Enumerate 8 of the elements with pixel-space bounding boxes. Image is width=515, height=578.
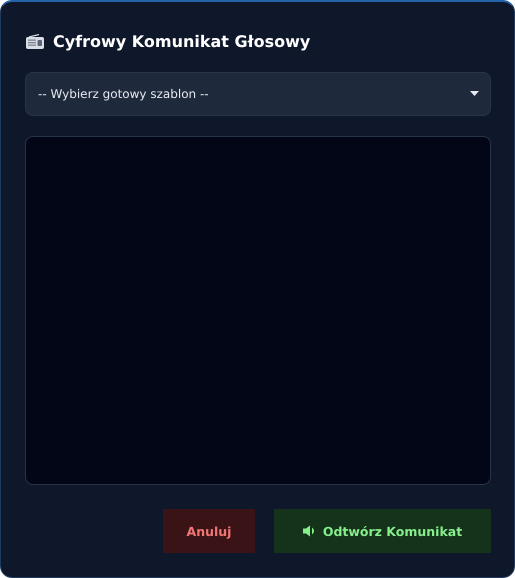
play-button[interactable]: Odtwórz Komunikat <box>274 509 491 553</box>
radio-icon <box>25 34 45 50</box>
caret-icon <box>470 91 479 96</box>
cancel-button[interactable]: Anuluj <box>163 509 255 553</box>
speaker-icon <box>302 525 317 537</box>
message-field[interactable] <box>25 136 491 485</box>
dialog-title: Cyfrowy Komunikat Głosowy <box>53 32 310 52</box>
template-dropdown[interactable]: -- Wybierz gotowy szablon -- <box>25 72 491 116</box>
